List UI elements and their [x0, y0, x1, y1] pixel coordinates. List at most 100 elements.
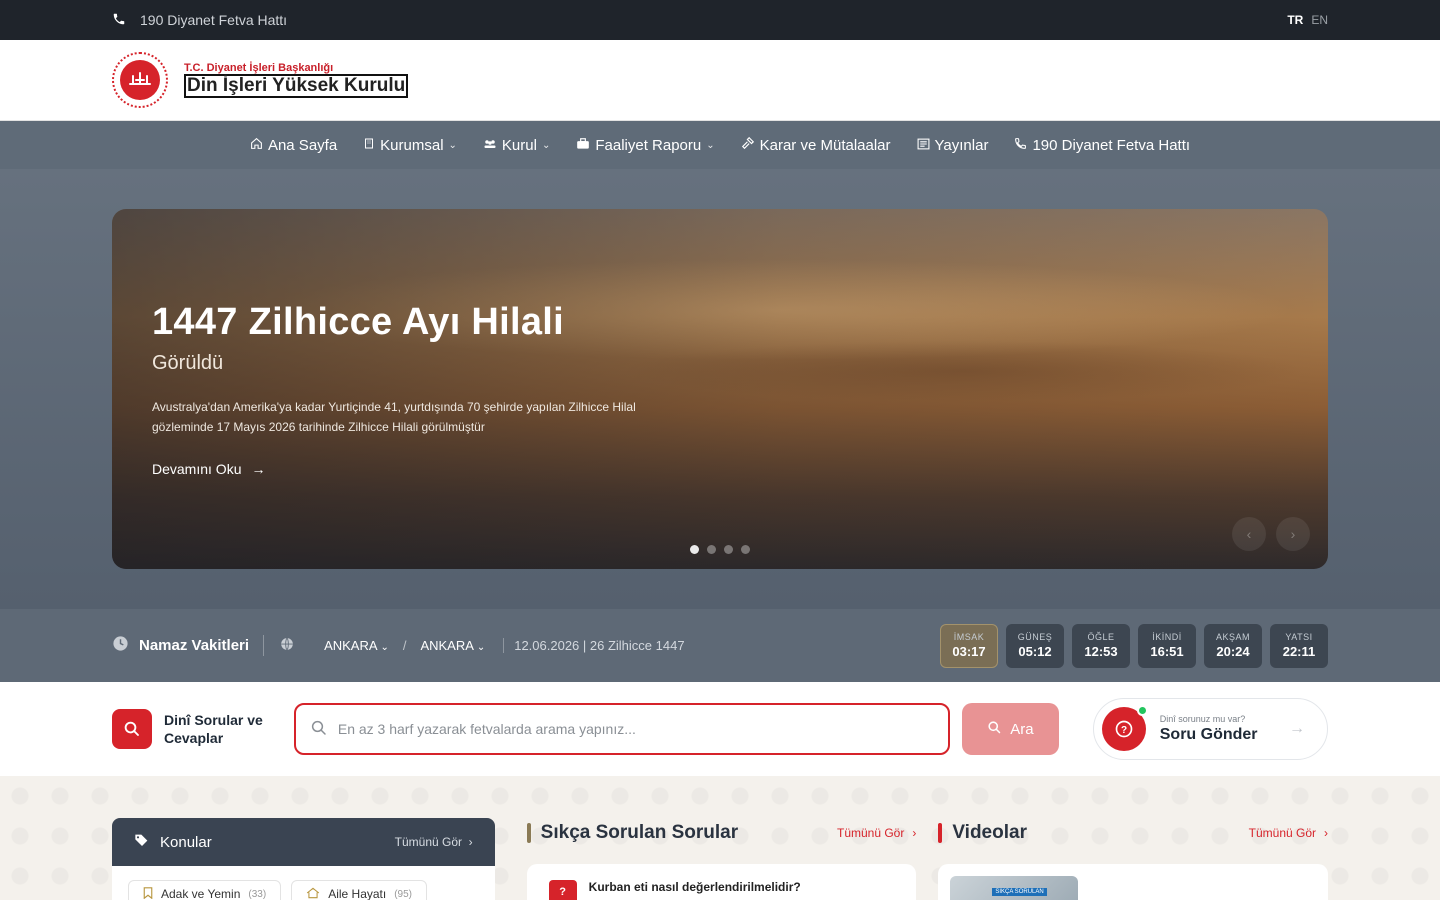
faq-item[interactable]: ? Kurban eti nasıl değerlendirilmelidir?	[526, 864, 917, 900]
videos-view-all-link[interactable]: Tümünü Gör ›	[1249, 826, 1328, 840]
nav-item-label: Kurul	[501, 136, 537, 154]
prayer-time-gunes: GÜNEŞ 05:12	[1006, 623, 1064, 668]
videos-title: Videolar	[952, 822, 1027, 843]
hero-content: 1447 Zilhicce Ayı Hilali Görüldü Avustra…	[152, 301, 652, 477]
question-icon: ?	[1101, 705, 1148, 751]
search-placeholder: En az 3 harf yazarak fetvalarda arama ya…	[337, 721, 636, 737]
brand-subtitle: T.C. Diyanet İşleri Başkanlığı	[184, 62, 334, 74]
nav-item-karar[interactable]: Karar ve Mütalaalar	[741, 136, 891, 154]
prayer-times-bar: Namaz Vakitleri ANKARA ⌄ / ANKARA ⌄ 12.0…	[0, 609, 1440, 682]
topic-chip[interactable]: Aile Hayatı (95)	[291, 880, 428, 900]
nav-item-fetva-hatti[interactable]: 190 Diyanet Fetva Hattı	[1014, 137, 1190, 154]
ask-big-text: Soru Gönder	[1159, 726, 1258, 743]
hero-slider[interactable]: 1447 Zilhicce Ayı Hilali Görüldü Avustra…	[112, 209, 1328, 569]
content-section: Konular Tümünü Gör › Adak ve Yemin (33) …	[0, 776, 1440, 900]
prayer-title-label: Namaz Vakitleri	[139, 637, 250, 654]
nav-item-home[interactable]: Ana Sayfa	[250, 137, 337, 154]
faq-view-all-link[interactable]: Tümünü Gör ›	[837, 826, 916, 840]
location-selector: ANKARA ⌄ / ANKARA ⌄	[280, 637, 485, 654]
search-icon	[987, 720, 1002, 739]
topic-count: (95)	[394, 888, 413, 900]
slider-next-button[interactable]: ›	[1276, 517, 1310, 551]
prayer-time-yatsi: YATSI 22:11	[1270, 623, 1328, 668]
location-separator: /	[402, 638, 407, 653]
ask-small-text: Dinî sorunuz mu var?	[1159, 714, 1246, 724]
clock-icon	[112, 635, 129, 656]
faq-accent-bar	[526, 823, 531, 843]
phone-icon	[112, 12, 126, 29]
prayer-time-value: 22:11	[1282, 644, 1316, 659]
nav-item-kurumsal[interactable]: Kurumsal ⌄	[363, 137, 457, 154]
prayer-time-label: İMSAK	[953, 632, 985, 642]
faq-column: Sıkça Sorulan Sorular Tümünü Gör › ? Kur…	[526, 818, 917, 900]
diyanet-logo[interactable]	[112, 52, 168, 108]
city-select[interactable]: ANKARA ⌄	[324, 638, 389, 653]
lang-tr[interactable]: TR	[1287, 13, 1303, 27]
hotline-link[interactable]: 190 Diyanet Fetva Hattı	[112, 12, 287, 29]
qa-label-line1: Dinî Sorular ve	[164, 712, 263, 728]
online-indicator	[1136, 705, 1148, 716]
slider-dots	[690, 545, 750, 554]
topics-view-all-link[interactable]: Tümünü Gör ›	[395, 835, 473, 849]
building-icon	[363, 137, 375, 154]
slider-prev-button[interactable]: ‹	[1232, 517, 1266, 551]
newspaper-icon	[917, 137, 930, 154]
top-bar: 190 Diyanet Fetva Hattı TR EN	[0, 0, 1440, 40]
slider-dot[interactable]	[707, 545, 716, 554]
prayer-date: 12.06.2026 | 26 Zilhicce 1447	[503, 638, 685, 653]
home-icon	[250, 137, 263, 154]
arrow-right-icon: →	[1289, 720, 1305, 737]
brand-text[interactable]: T.C. Diyanet İşleri Başkanlığı Din İşler…	[184, 62, 409, 98]
prayer-time-value: 05:12	[1018, 644, 1052, 659]
videos-header: Videolar Tümünü Gör ›	[938, 822, 1328, 844]
read-more-link[interactable]: Devamını Oku →	[152, 461, 652, 477]
read-more-label: Devamını Oku	[152, 461, 242, 477]
hotline-label: 190 Diyanet Fetva Hattı	[140, 12, 288, 28]
topic-chip[interactable]: Adak ve Yemin (33)	[128, 880, 282, 900]
nav-item-faaliyet-raporu[interactable]: Faaliyet Raporu ⌄	[576, 137, 715, 154]
chevron-down-icon: ⌄	[476, 642, 486, 653]
district-select[interactable]: ANKARA ⌄	[420, 638, 485, 653]
nav-item-label: Ana Sayfa	[267, 136, 338, 154]
slider-dot[interactable]	[741, 545, 750, 554]
videos-column: Videolar Tümünü Gör › SIKÇA SORULAN	[938, 818, 1329, 900]
topics-title: Konular	[160, 833, 212, 851]
prayer-time-ikindi: İKİNDİ 16:51	[1138, 623, 1196, 668]
bookmark-icon	[143, 886, 153, 900]
qa-section-label: Dinî Sorular ve Cevaplar	[112, 709, 282, 749]
prayer-time-label: İKİNDİ	[1152, 632, 1182, 642]
users-icon	[483, 137, 497, 154]
qa-label-line2: Cevaplar	[164, 730, 224, 746]
prayer-times: İMSAK 03:17 GÜNEŞ 05:12 ÖĞLE 12:53 İKİND…	[940, 623, 1328, 668]
prayer-time-label: YATSI	[1285, 632, 1313, 642]
brand-title: Din İşleri Yüksek Kurulu	[184, 74, 409, 98]
lang-en[interactable]: EN	[1311, 13, 1328, 27]
video-thumbnail[interactable]: SIKÇA SORULAN	[950, 876, 1079, 900]
ask-question-button[interactable]: ? Dinî sorunuz mu var? Soru Gönder →	[1092, 698, 1328, 760]
chevron-down-icon: ⌄	[541, 139, 551, 151]
nav-item-kurul[interactable]: Kurul ⌄	[483, 137, 550, 154]
prayer-title: Namaz Vakitleri	[112, 635, 265, 656]
main-nav: Ana Sayfa Kurumsal ⌄ Kurul ⌄ Faaliyet Ra…	[0, 121, 1440, 169]
videos-accent-bar	[938, 823, 943, 843]
prayer-time-ogle: ÖĞLE 12:53	[1072, 623, 1130, 668]
prayer-time-label: AKŞAM	[1215, 632, 1250, 642]
qa-label-text: Dinî Sorular ve Cevaplar	[164, 711, 263, 747]
phone-icon	[1014, 137, 1027, 154]
search-button[interactable]: Ara	[961, 703, 1059, 755]
nav-item-yayinlar[interactable]: Yayınlar	[917, 137, 988, 154]
search-icon	[112, 709, 152, 749]
prayer-time-label: ÖĞLE	[1087, 632, 1115, 642]
slider-dot[interactable]	[690, 545, 699, 554]
chevron-down-icon: ⌄	[380, 642, 389, 653]
search-input[interactable]: En az 3 harf yazarak fetvalarda arama ya…	[293, 703, 950, 755]
slider-arrows: ‹ ›	[1232, 517, 1310, 551]
videos-view-all-label: Tümünü Gör	[1248, 826, 1317, 840]
faq-title: Sıkça Sorulan Sorular	[540, 822, 739, 843]
topics-list: Adak ve Yemin (33) Aile Hayatı (95)	[112, 866, 495, 900]
hero-section: 1447 Zilhicce Ayı Hilali Görüldü Avustra…	[0, 169, 1440, 609]
nav-item-label: Karar ve Mütalaalar	[759, 136, 891, 154]
slider-dot[interactable]	[724, 545, 733, 554]
faq-view-all-label: Tümünü Gör	[836, 826, 905, 840]
video-item[interactable]: SIKÇA SORULAN	[938, 864, 1329, 900]
